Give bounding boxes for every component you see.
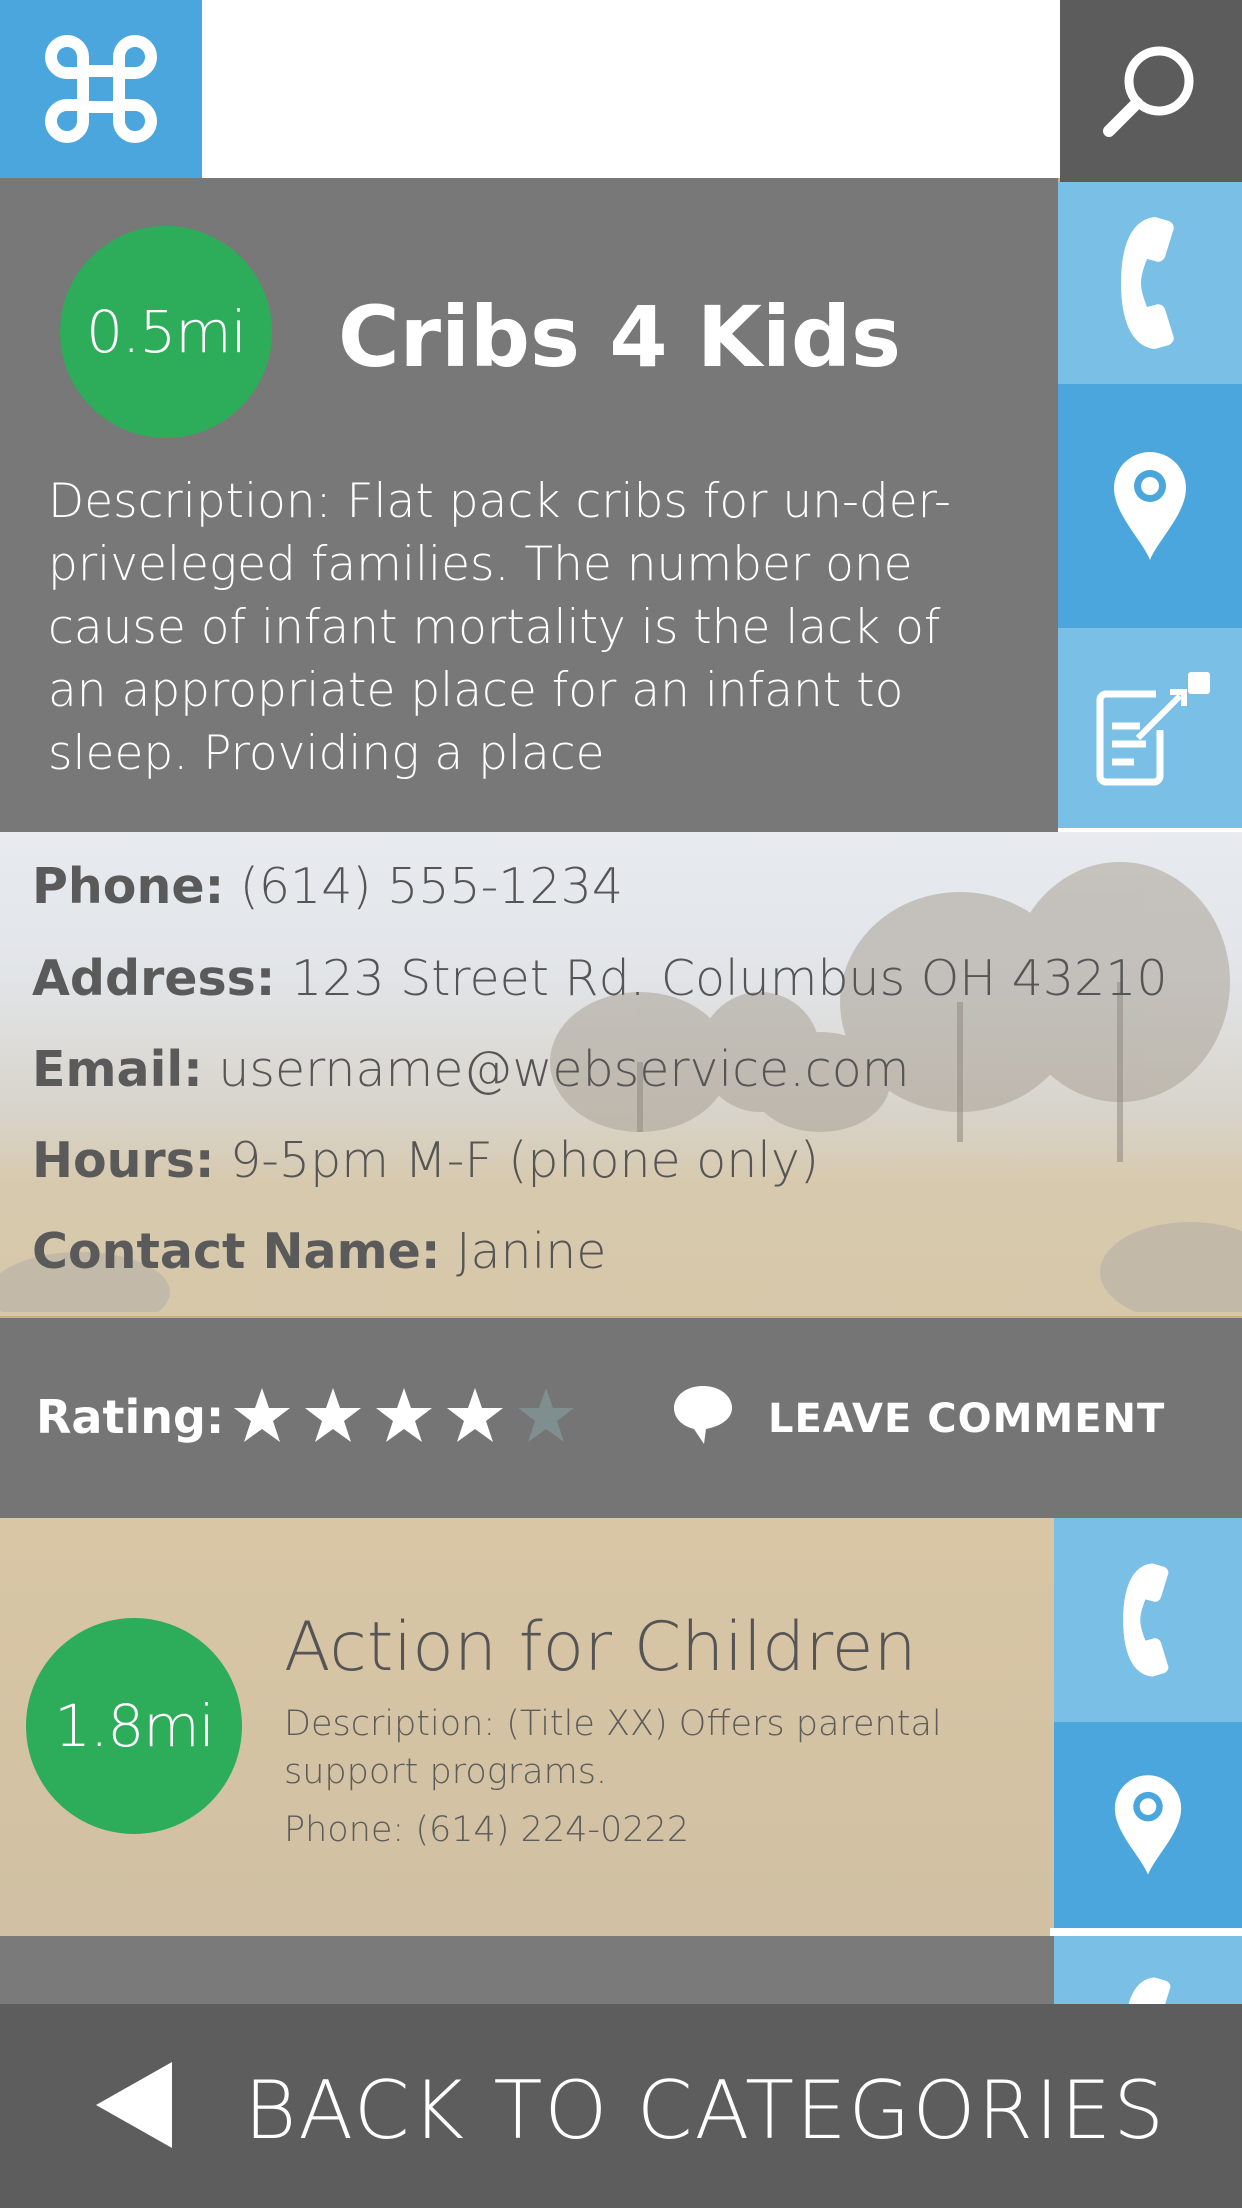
write-note-button[interactable] <box>1058 628 1242 828</box>
address-row[interactable]: Address: 123 Street Rd. Columbus OH 4321… <box>32 950 1168 1007</box>
email-value: username@webservice.com <box>218 1041 910 1098</box>
map-pin-icon <box>1114 1775 1182 1875</box>
distance-badge: 1.8mi <box>26 1618 242 1834</box>
comment-bubble-icon[interactable] <box>672 1384 734 1446</box>
phone-icon <box>1123 1563 1169 1677</box>
contact-name-label: Contact Name: <box>32 1223 441 1280</box>
listing-phone: Phone: (614) 224-0222 <box>284 1810 690 1850</box>
logo[interactable] <box>0 0 202 178</box>
star-filled-icon[interactable] <box>232 1386 292 1446</box>
hours-value: 9-5pm M-F (phone only) <box>230 1132 820 1189</box>
phone-label: Phone: <box>32 858 225 915</box>
call-button[interactable] <box>1054 1518 1242 1722</box>
address-value: 123 Street Rd. Columbus OH 43210 <box>290 950 1168 1007</box>
listing-title: Cribs 4 Kids <box>338 288 901 386</box>
search-button[interactable] <box>1060 0 1242 182</box>
map-button[interactable] <box>1058 384 1242 628</box>
address-label: Address: <box>32 950 276 1007</box>
distance-badge: 0.5mi <box>60 226 272 438</box>
rating-label: Rating: <box>36 1390 225 1444</box>
email-row[interactable]: Email: username@webservice.com <box>32 1041 909 1098</box>
search-icon <box>1103 46 1194 137</box>
contact-details: Phone: (614) 555-1234 Address: 123 Stree… <box>0 832 1242 1316</box>
contact-name-row: Contact Name: Janine <box>32 1223 606 1280</box>
email-label: Email: <box>32 1041 203 1098</box>
star-empty-icon[interactable] <box>516 1386 576 1446</box>
listing-description: Description: (Title XX) Offers parental … <box>284 1704 942 1792</box>
phone-value: (614) 555-1234 <box>239 858 623 915</box>
map-button[interactable] <box>1054 1722 1242 1928</box>
listing-description: Description: Flat pack cribs for un-der-… <box>48 474 951 781</box>
star-filled-icon[interactable] <box>303 1386 363 1446</box>
hours-label: Hours: <box>32 1132 215 1189</box>
hours-row: Hours: 9-5pm M-F (phone only) <box>32 1132 819 1189</box>
back-arrow-icon[interactable] <box>96 2062 172 2148</box>
map-pin-icon <box>1114 452 1186 560</box>
call-button[interactable] <box>1054 1936 1242 2006</box>
contact-name-value: Janine <box>456 1223 607 1280</box>
divider <box>1050 1928 1242 1936</box>
edit-note-icon <box>1096 672 1210 786</box>
leave-comment-button[interactable]: LEAVE COMMENT <box>768 1396 1165 1442</box>
phone-icon <box>1128 1977 1171 2006</box>
star-filled-icon[interactable] <box>445 1386 505 1446</box>
star-filled-icon[interactable] <box>374 1386 434 1446</box>
command-key-icon <box>45 35 157 143</box>
listing-title: Action for Children <box>284 1608 917 1687</box>
call-button[interactable] <box>1058 182 1242 384</box>
phone-row[interactable]: Phone: (614) 555-1234 <box>32 858 623 915</box>
back-to-categories-label[interactable]: BACK TO CATEGORIES <box>244 2064 1166 2157</box>
next-listing-card[interactable] <box>0 1936 1054 2006</box>
phone-icon <box>1121 217 1174 349</box>
